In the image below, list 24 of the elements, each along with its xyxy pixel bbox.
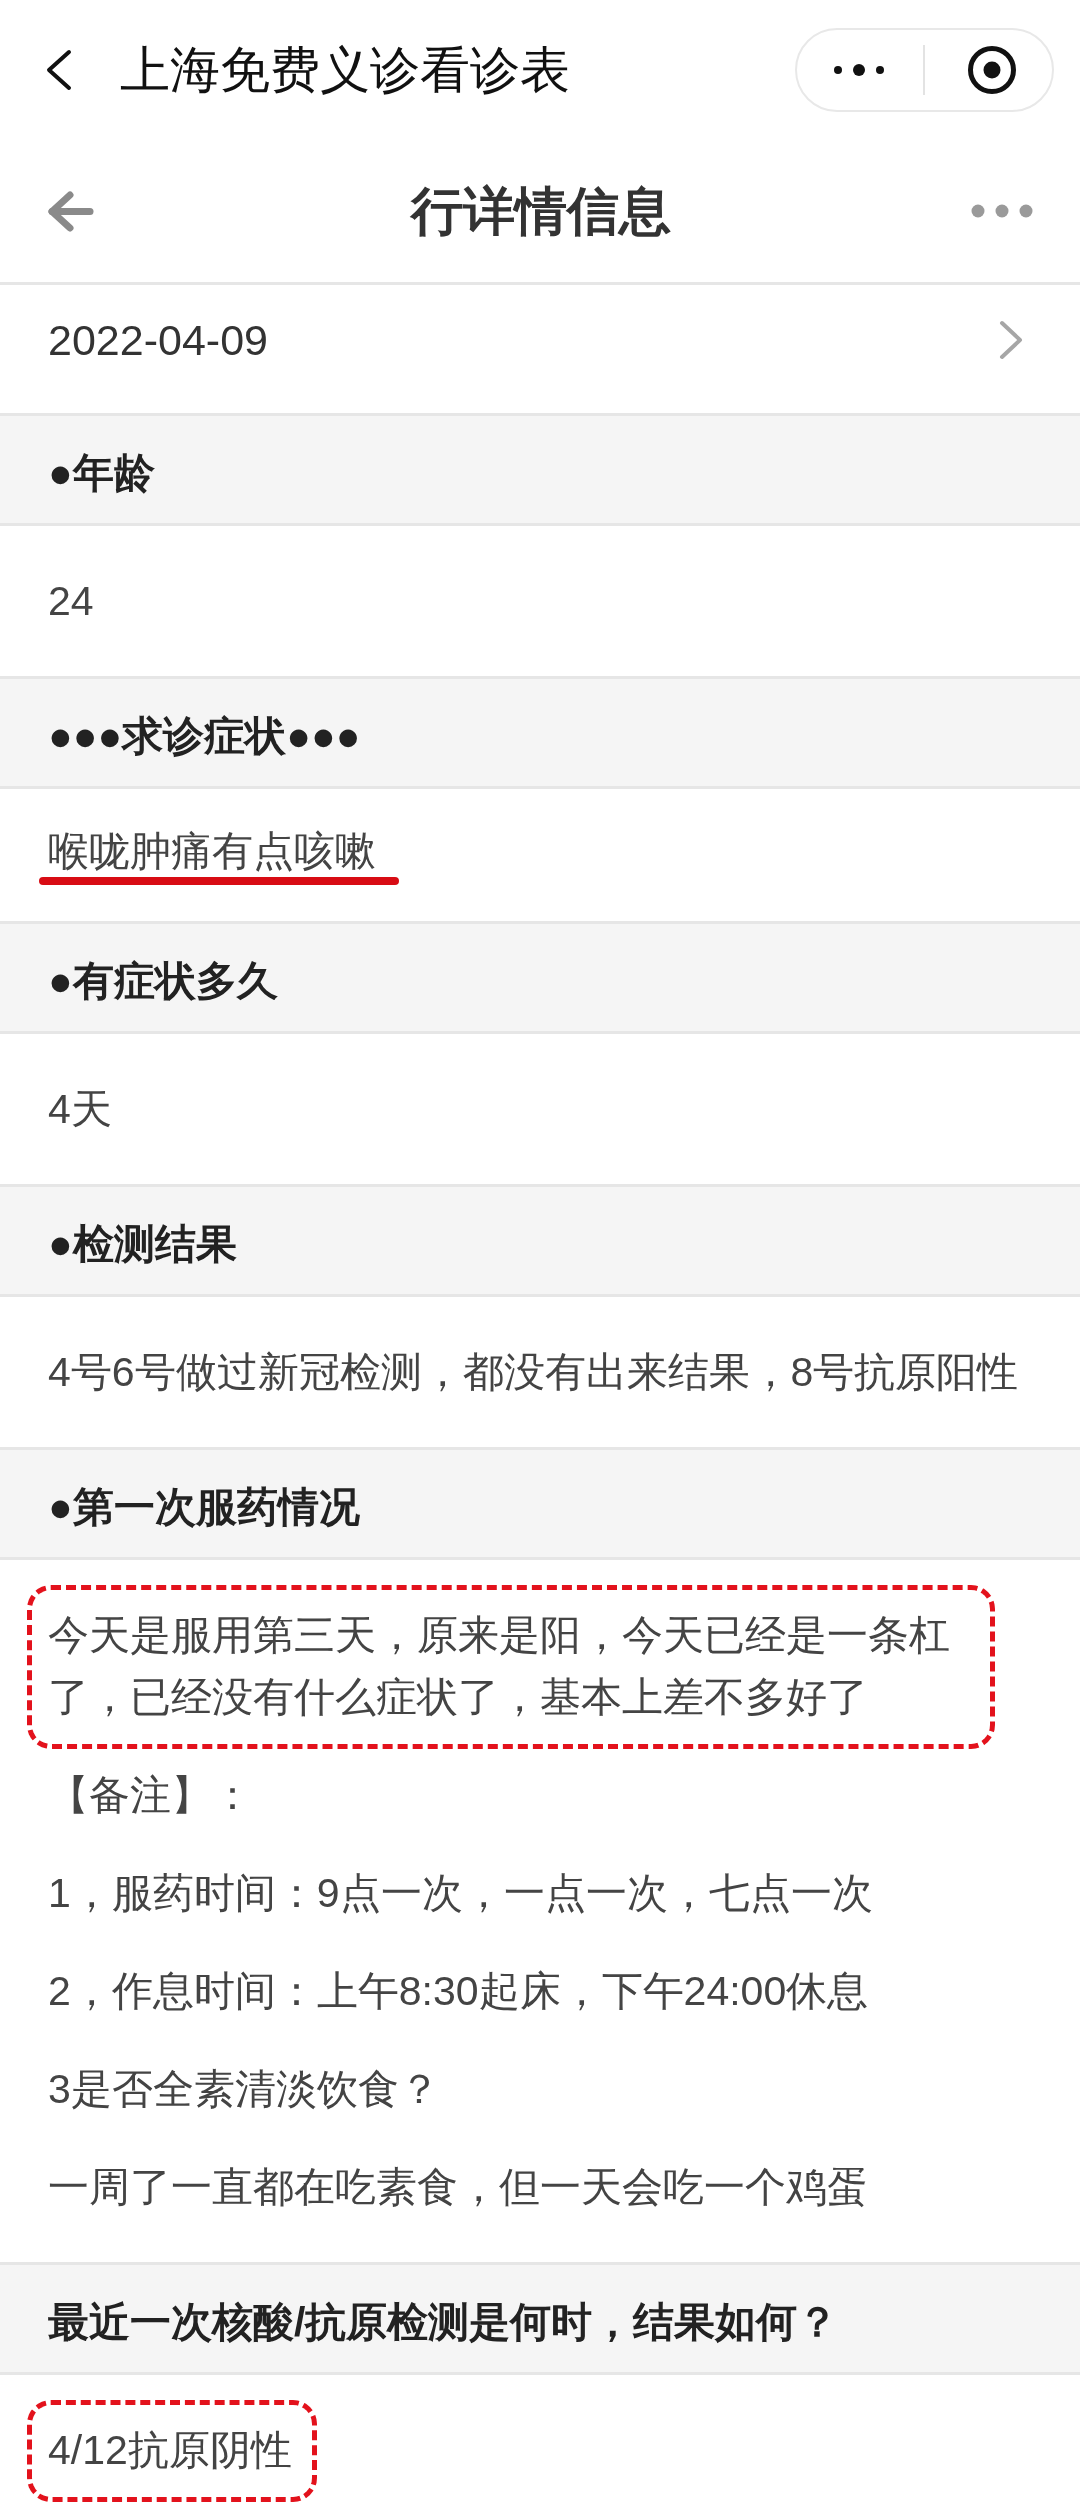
date-value[interactable]: 2022-04-09 xyxy=(48,309,268,371)
back-chevron-icon[interactable] xyxy=(45,49,72,91)
answer-text: 3是否全素清淡饮食？ xyxy=(48,2065,440,2114)
page-title: 行详情信息 xyxy=(410,181,671,242)
answer-text: 4号6号做过新冠检测，都没有出来结果，8号抗原阳性 xyxy=(48,1348,1019,1397)
more-dots-icon[interactable] xyxy=(833,63,885,77)
field-label: 最近一次核酸/抗原检测是何时，结果如何？ xyxy=(48,2298,840,2347)
answer-text: 一周了一直都在吃素食，但一天会吃一个鸡蛋 xyxy=(48,2163,868,2212)
answer-text: 1，服药时间：9点一次，一点一次，七点一次 xyxy=(48,1869,873,1918)
field-label: ●第一次服药情况 xyxy=(48,1483,361,1532)
answer-text: 喉咙肿痛有点咳嗽 xyxy=(48,827,376,876)
answer-text: 今天是服用第三天，原来是阳，今天已经是一条杠了，已经没有什么症状了，基本上差不多好了 xyxy=(48,1611,951,1722)
answer-text: 4/12抗原阴性 xyxy=(48,2426,292,2475)
answer-text: 24 xyxy=(48,577,94,626)
field-label: ●检测结果 xyxy=(48,1220,238,1269)
field-label: ●年龄 xyxy=(48,449,156,498)
app-title: 上海免费义诊看诊表 xyxy=(120,41,571,100)
more-dots-icon[interactable] xyxy=(971,204,1033,218)
answer-text: 2，作息时间：上午8:30起床，下午24:00休息 xyxy=(48,1967,869,2016)
field-label: ●●●求诊症状●●● xyxy=(48,712,362,761)
answer-text: 4天 xyxy=(48,1085,112,1134)
answer-text: 【备注】： xyxy=(48,1771,253,1820)
field-label: ●有症状多久 xyxy=(48,957,279,1006)
ring-dot-icon[interactable] xyxy=(968,46,1016,94)
